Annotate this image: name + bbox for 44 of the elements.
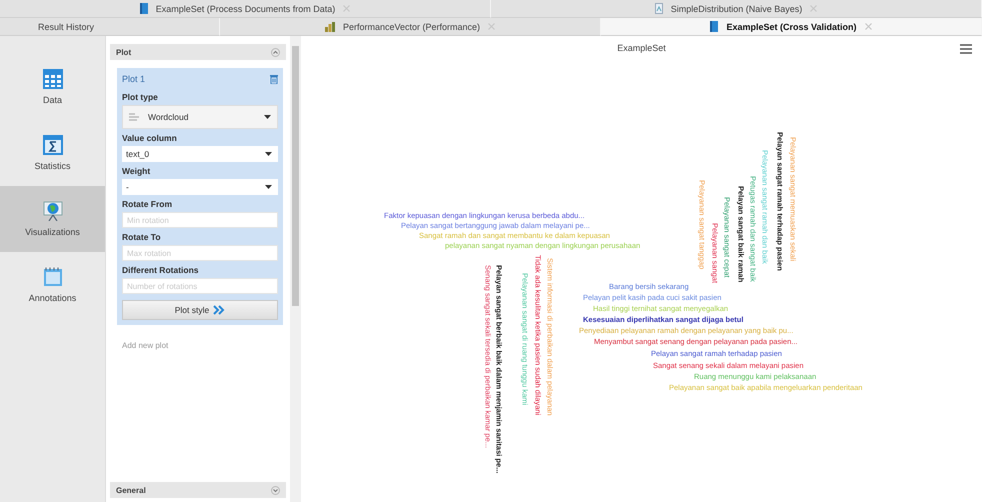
- statistics-icon: [42, 135, 62, 155]
- field-label: Plot type: [122, 92, 159, 102]
- plot-style-button[interactable]: Plot style: [122, 300, 278, 320]
- sidebar-item[interactable]: Data: [0, 54, 105, 120]
- sidebar-item[interactable]: Statistics: [0, 120, 105, 186]
- section-header[interactable]: General: [110, 482, 286, 498]
- dropdown[interactable]: Wordcloud: [122, 105, 278, 129]
- dropdown[interactable]: text_0: [122, 146, 278, 162]
- section-title: Plot: [116, 48, 132, 56]
- document-icon: [654, 3, 663, 14]
- close-icon: [864, 23, 872, 30]
- sidebar-item[interactable]: Annotations: [0, 252, 105, 318]
- tab[interactable]: ExampleSet (Cross Validation): [601, 18, 982, 36]
- close-icon: [488, 23, 496, 30]
- chart-icon: [324, 22, 335, 32]
- field-label: Value column: [122, 133, 178, 143]
- table-icon: [42, 69, 62, 89]
- globe-icon: [42, 201, 62, 221]
- caret-icon: [265, 185, 272, 189]
- trash-icon: [270, 74, 278, 84]
- tab[interactable]: SimpleDistribution (Naive Bayes): [491, 0, 982, 18]
- field-label: Different Rotations: [122, 265, 200, 275]
- section-header[interactable]: Plot: [110, 44, 286, 60]
- close-icon: [810, 5, 818, 12]
- tab[interactable]: PerformanceVector (Performance): [220, 18, 601, 36]
- plot-title: Plot 1: [122, 74, 146, 84]
- notepad-icon: [42, 267, 62, 287]
- document-icon: [140, 3, 148, 14]
- field-label: Rotate From: [122, 199, 174, 209]
- field-label: Rotate To: [122, 232, 162, 242]
- close-icon: [343, 5, 350, 12]
- scrollbar[interactable]: [290, 36, 301, 502]
- field-label: Weight: [122, 166, 152, 176]
- dropdown[interactable]: -: [122, 179, 278, 195]
- tab[interactable]: Result History: [0, 18, 220, 36]
- double-arrow-icon: [213, 305, 226, 315]
- tab[interactable]: ExampleSet (Process Documents from Data): [0, 0, 491, 18]
- section-title: General: [116, 486, 146, 494]
- chart-title: ExampleSet: [617, 43, 666, 53]
- sidebar-item[interactable]: Visualizations: [0, 186, 105, 252]
- caret-icon: [265, 152, 272, 156]
- caret-icon: [264, 115, 271, 119]
- document-icon: [710, 21, 718, 32]
- menu-icon[interactable]: [960, 44, 972, 54]
